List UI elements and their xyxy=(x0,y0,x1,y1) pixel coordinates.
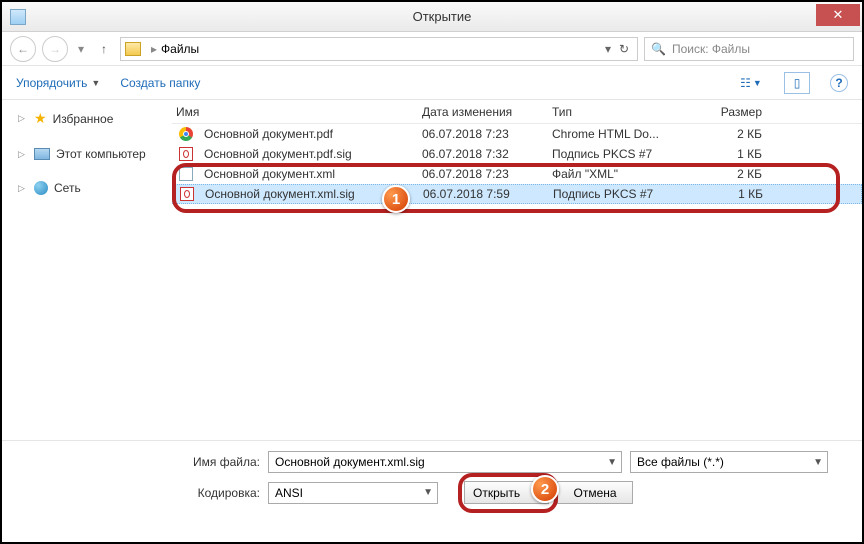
chevron-down-icon[interactable]: ▼ xyxy=(813,457,823,468)
filename-input[interactable]: Основной документ.xml.sig ▼ xyxy=(268,451,622,473)
file-row[interactable]: Основной документ.xml 06.07.2018 7:23 Фа… xyxy=(172,164,862,184)
open-button-wrap: Открыть ▼ 2 xyxy=(464,481,549,504)
file-type: Подпись PKCS #7 xyxy=(552,147,702,161)
file-row[interactable]: Основной документ.pdf 06.07.2018 7:23 Ch… xyxy=(172,124,862,144)
file-name: Основной документ.pdf xyxy=(200,127,422,141)
xml-file-icon xyxy=(178,166,194,182)
filter-value: Все файлы (*.*) xyxy=(637,455,724,469)
sidebar: ▷ ★ Избранное ▷ Этот компьютер ▷ Сеть xyxy=(2,100,172,440)
app-icon xyxy=(10,9,26,25)
file-size: 2 КБ xyxy=(702,127,782,141)
file-row-selected[interactable]: Основной документ.xml.sig 06.07.2018 7:5… xyxy=(172,184,862,204)
title-bar: Открытие ✕ xyxy=(2,2,862,32)
file-name: Основной документ.xml.sig xyxy=(201,187,423,201)
file-size: 1 КБ xyxy=(702,147,782,161)
toolbar: Упорядочить ▼ Создать папку ☷ ▼ ▯ ? xyxy=(2,66,862,100)
file-pane: Имя Дата изменения Тип Размер Основной д… xyxy=(172,100,862,440)
sig-file-icon xyxy=(179,186,195,202)
column-headers[interactable]: Имя Дата изменения Тип Размер xyxy=(172,100,862,124)
cancel-button[interactable]: Отмена xyxy=(557,481,633,504)
preview-pane-button[interactable]: ▯ xyxy=(784,72,810,94)
search-placeholder: Поиск: Файлы xyxy=(672,42,750,56)
sidebar-item-favorites[interactable]: ▷ ★ Избранное xyxy=(2,106,172,131)
star-icon: ★ xyxy=(34,110,47,127)
chevron-down-icon[interactable]: ▼ xyxy=(423,487,433,498)
col-date[interactable]: Дата изменения xyxy=(422,105,552,119)
refresh-button[interactable]: ↻ xyxy=(615,42,633,56)
file-date: 06.07.2018 7:23 xyxy=(422,127,552,141)
filename-label: Имя файла: xyxy=(16,455,260,469)
folder-icon xyxy=(125,42,141,56)
filename-row: Имя файла: Основной документ.xml.sig ▼ В… xyxy=(16,451,848,473)
forward-button[interactable]: → xyxy=(42,36,68,62)
chevron-down-icon: ▼ xyxy=(91,78,100,88)
file-date: 06.07.2018 7:23 xyxy=(422,167,552,181)
history-dropdown[interactable]: ▾ xyxy=(74,42,88,56)
file-date: 06.07.2018 7:32 xyxy=(422,147,552,161)
address-dropdown[interactable]: ▾ xyxy=(605,42,611,56)
up-button[interactable]: ↑ xyxy=(94,39,114,59)
sidebar-item-network[interactable]: ▷ Сеть xyxy=(2,177,172,199)
col-name[interactable]: Имя xyxy=(172,105,422,119)
file-name: Основной документ.xml xyxy=(200,167,422,181)
sidebar-label-favorites: Избранное xyxy=(53,112,114,126)
search-icon: 🔍 xyxy=(651,42,666,56)
chevron-down-icon[interactable]: ▼ xyxy=(530,487,540,498)
sidebar-label-computer: Этот компьютер xyxy=(56,147,146,161)
back-button[interactable]: ← xyxy=(10,36,36,62)
sig-file-icon xyxy=(178,146,194,162)
sidebar-label-network: Сеть xyxy=(54,181,81,195)
expand-icon: ▷ xyxy=(18,113,28,124)
breadcrumb-folder[interactable]: Файлы xyxy=(161,42,199,56)
bottom-panel: Имя файла: Основной документ.xml.sig ▼ В… xyxy=(2,440,862,526)
close-button[interactable]: ✕ xyxy=(816,4,860,26)
file-name: Основной документ.pdf.sig xyxy=(200,147,422,161)
sidebar-item-computer[interactable]: ▷ Этот компьютер xyxy=(2,143,172,165)
chevron-right-icon: ▸ xyxy=(151,42,157,56)
network-icon xyxy=(34,181,48,195)
file-date: 06.07.2018 7:59 xyxy=(423,187,553,201)
expand-icon: ▷ xyxy=(18,183,28,194)
file-size: 1 КБ xyxy=(703,187,783,201)
window-title: Открытие xyxy=(26,9,858,24)
col-type[interactable]: Тип xyxy=(552,105,702,119)
help-button[interactable]: ? xyxy=(830,74,848,92)
file-type: Chrome HTML Do... xyxy=(552,127,702,141)
file-type: Файл "XML" xyxy=(552,167,702,181)
encoding-select[interactable]: ANSI ▼ xyxy=(268,482,438,504)
dialog-body: ▷ ★ Избранное ▷ Этот компьютер ▷ Сеть Им… xyxy=(2,100,862,440)
file-type-filter[interactable]: Все файлы (*.*) ▼ xyxy=(630,451,828,473)
search-input[interactable]: 🔍 Поиск: Файлы xyxy=(644,37,854,61)
filename-value: Основной документ.xml.sig xyxy=(275,455,425,469)
open-button-label: Открыть xyxy=(473,486,520,500)
encoding-label: Кодировка: xyxy=(16,486,260,500)
nav-row: ← → ▾ ↑ ▸ Файлы ▾ ↻ 🔍 Поиск: Файлы xyxy=(2,32,862,66)
view-options-button[interactable]: ☷ ▼ xyxy=(738,72,764,94)
organize-menu[interactable]: Упорядочить ▼ xyxy=(16,76,100,90)
encoding-row: Кодировка: ANSI ▼ Открыть ▼ 2 Отмена xyxy=(16,481,848,504)
file-row[interactable]: Основной документ.pdf.sig 06.07.2018 7:3… xyxy=(172,144,862,164)
address-bar[interactable]: ▸ Файлы ▾ ↻ xyxy=(120,37,638,61)
computer-icon xyxy=(34,148,50,160)
expand-icon: ▷ xyxy=(18,149,28,160)
new-folder-button[interactable]: Создать папку xyxy=(120,76,200,90)
open-button[interactable]: Открыть ▼ xyxy=(464,481,549,504)
cancel-button-label: Отмена xyxy=(574,486,617,500)
chrome-file-icon xyxy=(178,126,194,142)
file-type: Подпись PKCS #7 xyxy=(553,187,703,201)
col-size[interactable]: Размер xyxy=(702,105,782,119)
encoding-value: ANSI xyxy=(275,486,303,500)
file-size: 2 КБ xyxy=(702,167,782,181)
chevron-down-icon[interactable]: ▼ xyxy=(607,457,617,468)
